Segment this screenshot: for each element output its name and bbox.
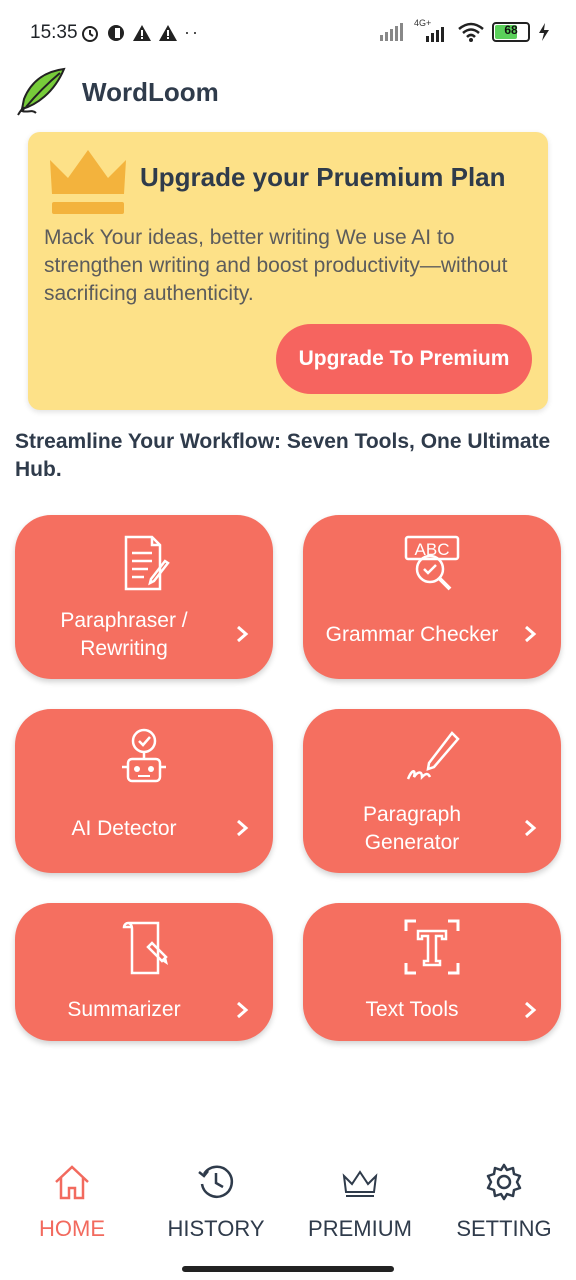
more-notifications-icon: ·· xyxy=(184,22,200,42)
nav-label: HISTORY xyxy=(167,1216,265,1241)
nav-label: HOME xyxy=(39,1216,105,1241)
chevron-right-icon xyxy=(525,625,537,643)
tool-label-line: Summarizer xyxy=(67,998,181,1021)
status-system-icons: 4G+ 68 xyxy=(380,18,550,42)
text-frame-icon xyxy=(404,919,460,975)
premium-description: Mack Your ideas, better writing We use A… xyxy=(44,226,508,305)
chevron-right-icon xyxy=(525,1001,537,1019)
history-icon xyxy=(198,1165,234,1198)
signal-4g-icon xyxy=(426,27,444,42)
battery-level: 68 xyxy=(504,23,518,37)
nav-setting[interactable]: SETTING xyxy=(432,1150,576,1250)
abc-magnifier-icon: ABC xyxy=(404,535,460,591)
tool-card-grammar-checker[interactable]: ABC Grammar Checker xyxy=(303,515,561,679)
scroll-pen-icon xyxy=(122,921,168,975)
charging-icon xyxy=(539,23,549,41)
bottom-navigation: HOME HISTORY PREMIUM SETTING xyxy=(0,1150,576,1260)
chevron-right-icon xyxy=(237,1001,249,1019)
nav-label: PREMIUM xyxy=(308,1216,412,1241)
tool-label: AI Detector xyxy=(31,815,217,843)
home-icon xyxy=(55,1165,89,1200)
premium-title: Upgrade your Pruemium Plan xyxy=(140,162,506,192)
tool-label-line: Paraphraser / xyxy=(60,609,188,632)
status-time: 15:35 xyxy=(30,22,78,43)
battery-icon: 68 xyxy=(492,22,530,42)
premium-card: Upgrade your Pruemium Plan Mack Your ide… xyxy=(28,132,548,410)
tool-card-paragraph-generator[interactable]: Paragraph Generator xyxy=(303,709,561,873)
robot-icon xyxy=(122,728,166,783)
tool-label: Grammar Checker xyxy=(319,621,505,649)
signal-icon xyxy=(380,23,403,41)
tool-label: Paragraph Generator xyxy=(319,801,505,857)
chevron-right-icon xyxy=(237,625,249,643)
chevron-right-icon xyxy=(237,819,249,837)
warning-icon xyxy=(159,24,177,41)
nav-label: SETTING xyxy=(456,1216,552,1241)
tool-label-line: Paragraph xyxy=(362,803,462,826)
nav-home[interactable]: HOME xyxy=(0,1150,144,1250)
tool-label: Paraphraser / Rewriting xyxy=(31,607,217,663)
tool-card-ai-detector[interactable]: AI Detector xyxy=(15,709,273,873)
tool-card-text-tools[interactable]: Text Tools xyxy=(303,903,561,1041)
chevron-right-icon xyxy=(525,819,537,837)
alarm-icon xyxy=(82,25,98,42)
tool-label: Summarizer xyxy=(31,996,217,1024)
nav-premium[interactable]: PREMIUM xyxy=(288,1150,432,1250)
section-heading: Streamline Your Workflow: Seven Tools, O… xyxy=(15,430,551,481)
tool-label-line: AI Detector xyxy=(71,817,177,840)
status-notification-icons: ·· xyxy=(80,22,200,43)
crown-icon xyxy=(50,150,126,214)
home-indicator[interactable] xyxy=(182,1266,394,1272)
tool-label-line: Rewriting xyxy=(80,637,168,660)
tool-card-paraphraser[interactable]: Paraphraser / Rewriting xyxy=(15,515,273,679)
nav-history[interactable]: HISTORY xyxy=(144,1150,288,1250)
tool-label-line: Grammar Checker xyxy=(325,623,499,646)
crown-icon xyxy=(342,1170,378,1197)
quill-logo-icon xyxy=(17,67,66,116)
app-bar: WordLoom xyxy=(14,64,219,120)
tool-label-line: Text Tools xyxy=(365,998,459,1021)
tool-card-summarizer[interactable]: Summarizer xyxy=(15,903,273,1041)
app-notification-icon xyxy=(108,24,124,41)
app-title: WordLoom xyxy=(82,76,219,107)
network-signal: 4G+ xyxy=(414,18,450,42)
warning-icon xyxy=(133,24,151,41)
tool-label-line: Generator xyxy=(364,831,460,854)
gear-icon xyxy=(486,1163,522,1201)
status-bar: 15:35 ·· 4G+ 68 xyxy=(0,0,576,66)
upgrade-premium-button[interactable]: Upgrade To Premium xyxy=(276,324,532,394)
document-pen-icon xyxy=(124,535,170,591)
pen-signature-icon xyxy=(406,731,460,781)
wifi-icon xyxy=(458,22,484,42)
tool-label: Text Tools xyxy=(319,996,505,1024)
